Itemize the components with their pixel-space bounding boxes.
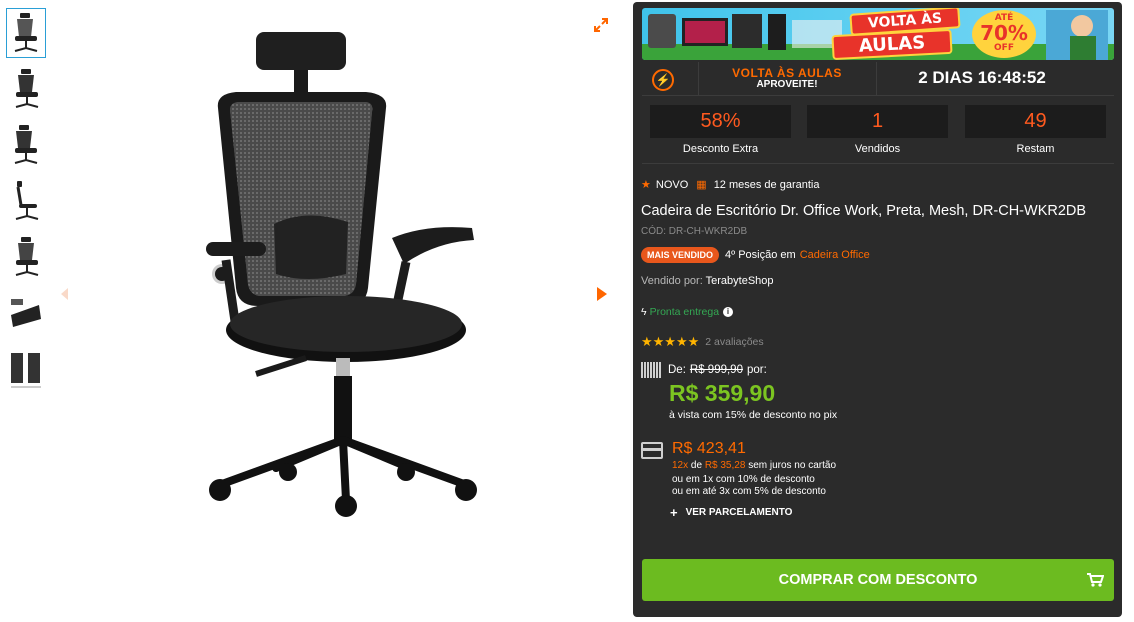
countdown: ⚡ VOLTA ÀS AULAS APROVEITE! 2 DIAS 16:48… (642, 62, 1114, 96)
installment-count: 12x (672, 460, 689, 471)
buy-button-label: COMPRAR COM DESCONTO (778, 572, 978, 588)
info-icon[interactable]: i (723, 307, 734, 317)
lightning-icon: ϟ (641, 306, 647, 318)
chair-detail-thumbnail-icon (9, 295, 43, 331)
category-link[interactable]: Cadeira Office (800, 249, 870, 261)
divider (876, 62, 877, 96)
stat-label: Vendidos (854, 143, 901, 155)
star-icon: ★ (641, 179, 651, 191)
offer-stats: 58% Desconto Extra 1 Vendidos 49 Restam (650, 105, 1106, 161)
stat-label: Restam (1016, 143, 1055, 155)
promo-banner[interactable]: VOLTA ÀS AULAS ATÉ 70% OFF (642, 8, 1114, 60)
best-seller-badge: MAIS VENDIDO (641, 247, 720, 263)
warranty-label: 12 meses de garantia (713, 178, 820, 191)
card-price: R$ 423,41 (672, 440, 746, 457)
delivery-status: ϟ Pronta entrega i (641, 306, 734, 318)
calendar-icon: ▦ (696, 179, 707, 191)
installment-de: de (690, 460, 703, 471)
stat-value: 58% (650, 105, 791, 138)
divider (698, 62, 699, 96)
seller-name[interactable]: TerabyteShop (706, 275, 774, 287)
installment-value: R$ 35,28 (704, 460, 746, 471)
view-installments-button[interactable]: + VER PARCELAMENTO (670, 505, 792, 520)
countdown-title: VOLTA ÀS AULAS (732, 66, 842, 80)
chair-thumbnail-icon (15, 237, 39, 276)
banner-discount-badge: ATÉ 70% OFF (972, 10, 1036, 58)
installment-suffix: sem juros no cartão (748, 460, 837, 471)
product-page: VOLTA ÀS AULAS ATÉ 70% OFF ⚡ VOLTA ÀS AU… (0, 0, 1134, 622)
view-installments-label: VER PARCELAMENTO (685, 507, 793, 518)
previous-image-arrow-icon[interactable] (58, 286, 70, 302)
countdown-subtitle: APROVEITE! (756, 79, 818, 90)
thumbnail-1[interactable] (6, 8, 46, 58)
chair-thumbnail-icon (14, 125, 38, 164)
product-code: CÓD: DR-CH-WKR2DB (641, 226, 748, 237)
cart-icon (1086, 559, 1105, 601)
rating-stars-icon: ★★★★★ (641, 334, 700, 349)
buy-button[interactable]: COMPRAR COM DESCONTO (642, 559, 1114, 601)
banner-discount-value: 70% (980, 21, 1028, 45)
chair-thumbnail-icon (15, 181, 39, 220)
rating[interactable]: ★★★★★ 2 avaliações (641, 334, 764, 350)
thumbnail-7[interactable] (6, 344, 46, 394)
chair-thumbnail-icon (15, 69, 39, 108)
por-label: por: (746, 364, 767, 376)
plus-icon: + (670, 505, 678, 520)
countdown-timer: 2 DIAS 16:48:52 (918, 68, 1046, 87)
next-image-arrow-icon[interactable] (595, 286, 609, 302)
ranking-position: 4º Posição em (725, 249, 796, 261)
chair-dimensions-thumbnail-icon (11, 353, 41, 388)
condition-label: NOVO (655, 178, 689, 191)
product-main-image (206, 32, 477, 517)
from-label: De: (668, 364, 686, 376)
thumbnail-list (6, 8, 50, 400)
stat-value: 49 (965, 105, 1106, 138)
expand-icon[interactable] (593, 17, 609, 33)
thumbnail-5[interactable] (6, 232, 46, 282)
payment-option-2: ou em até 3x com 5% de desconto (672, 486, 826, 497)
thumbnail-4[interactable] (6, 176, 46, 226)
divider (642, 163, 1114, 164)
thumbnail-6[interactable] (6, 288, 46, 338)
product-tags: ★ NOVO ▦ 12 meses de garantia (641, 178, 820, 192)
stat-value: 1 (807, 105, 948, 138)
seller-info: Vendido por: TerabyteShop (641, 275, 774, 287)
stat-label: Desconto Extra (682, 143, 759, 155)
old-price-row: De: R$ 999,90 por: (641, 362, 767, 378)
stat-remaining: 49 Restam (965, 105, 1106, 155)
purchase-panel: VOLTA ÀS AULAS ATÉ 70% OFF ⚡ VOLTA ÀS AU… (633, 2, 1122, 617)
stat-sold: 1 Vendidos (807, 105, 948, 155)
product-title: Cadeira de Escritório Dr. Office Work, P… (641, 203, 1087, 219)
payment-option-1: ou em 1x com 10% de desconto (672, 474, 815, 485)
stat-discount: 58% Desconto Extra (650, 105, 791, 155)
credit-card-icon (641, 442, 663, 459)
clock-icon: ⚡ (652, 69, 674, 91)
delivery-label: Pronta entrega (649, 306, 720, 318)
barcode-icon (641, 362, 661, 378)
installments-line: 12x de R$ 35,28 sem juros no cartão (672, 460, 836, 471)
chair-thumbnail-icon (14, 13, 38, 52)
thumbnail-3[interactable] (6, 120, 46, 170)
seller-label: Vendido por: (641, 275, 703, 287)
old-price: R$ 999,90 (689, 364, 743, 376)
pix-price: R$ 359,90 (669, 380, 776, 406)
review-count[interactable]: 2 avaliações (705, 336, 763, 348)
pix-note: à vista com 15% de desconto no pix (669, 409, 838, 421)
thumbnail-2[interactable] (6, 64, 46, 114)
ranking-row: MAIS VENDIDO 4º Posição em Cadeira Offic… (641, 247, 870, 263)
